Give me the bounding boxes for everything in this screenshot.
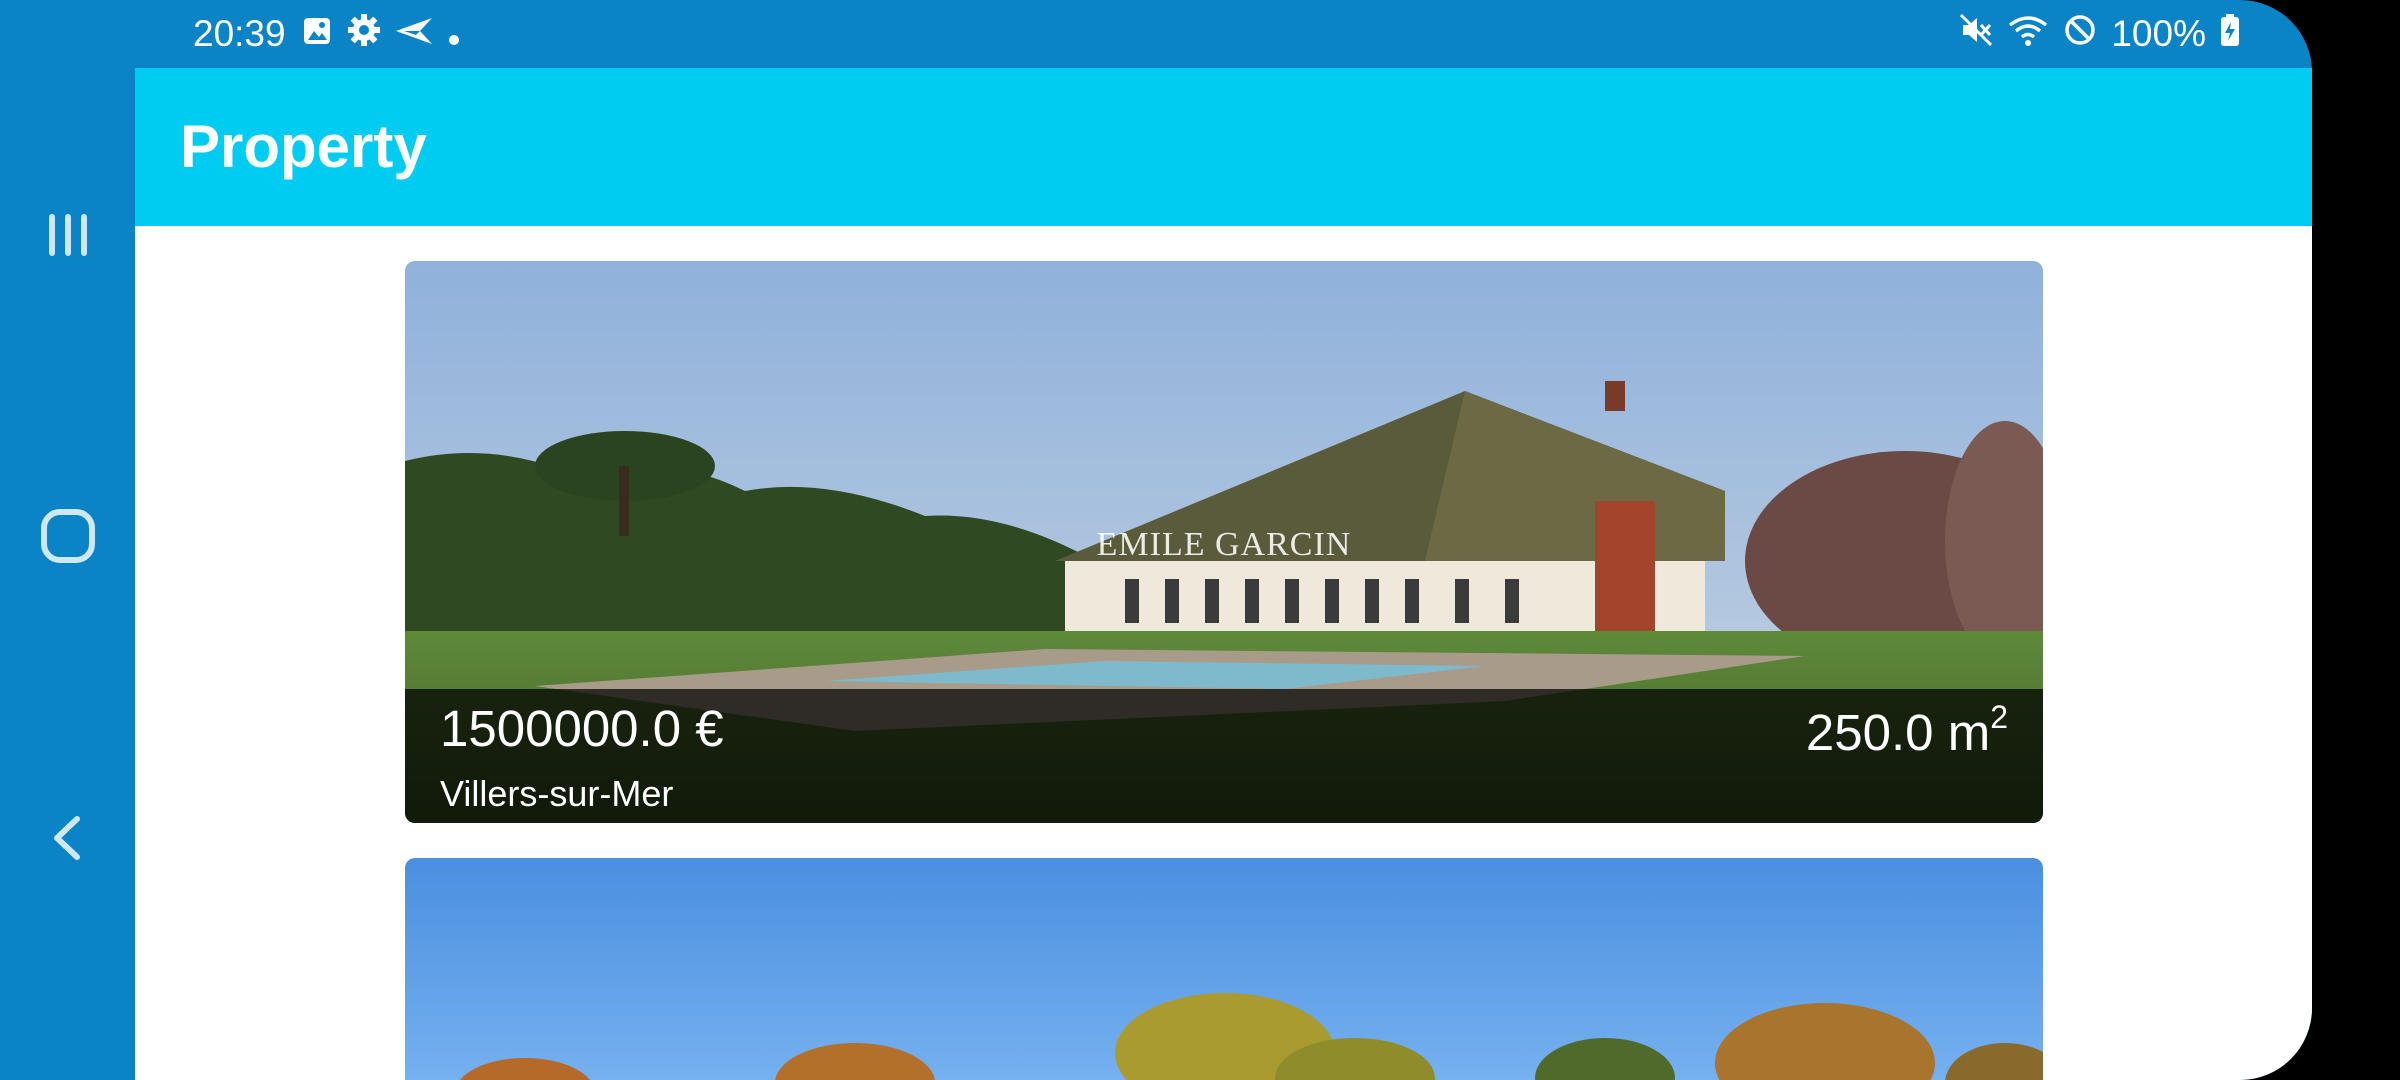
property-card[interactable] xyxy=(405,858,2043,1080)
dot-icon xyxy=(448,13,460,55)
recents-icon[interactable] xyxy=(30,197,105,272)
send-icon xyxy=(395,13,432,55)
property-photo xyxy=(405,858,2043,1080)
clock: 20:39 xyxy=(193,13,286,54)
app-screen: Property EMILE GARCIN 1500000.0 € Viller… xyxy=(135,68,2312,1080)
area-label: 250.0 m2 xyxy=(1805,699,2008,762)
listing-info-overlay: 1500000.0 € Villers-sur-Mer 250.0 m2 xyxy=(405,689,2043,823)
area-value: 250.0 m xyxy=(1805,704,1991,761)
status-bar: 20:39 100% xyxy=(135,0,2312,68)
do-not-disturb-icon xyxy=(2063,13,2097,56)
back-icon[interactable] xyxy=(30,800,105,875)
device-frame: 20:39 100% Property EMILE GARCIN 1500000… xyxy=(0,0,2312,1080)
system-navigation-bar xyxy=(0,0,135,1080)
app-bar: Property xyxy=(135,68,2312,226)
property-card[interactable]: EMILE GARCIN 1500000.0 € Villers-sur-Mer… xyxy=(405,261,2043,823)
page-title: Property xyxy=(180,113,427,180)
settings-icon xyxy=(347,13,380,55)
battery-charging-icon xyxy=(2220,13,2240,56)
mute-icon xyxy=(1959,13,1993,56)
price-label: 1500000.0 € xyxy=(440,700,724,757)
gallery-icon xyxy=(302,13,332,55)
property-list[interactable]: EMILE GARCIN 1500000.0 € Villers-sur-Mer… xyxy=(135,226,2312,1080)
battery-level: 100% xyxy=(2111,13,2206,54)
home-icon[interactable] xyxy=(30,498,105,573)
wifi-icon xyxy=(2007,13,2049,56)
watermark-text: EMILE GARCIN xyxy=(1096,526,1352,563)
city-label: Villers-sur-Mer xyxy=(440,773,674,814)
area-unit-exponent: 2 xyxy=(1990,699,2008,735)
